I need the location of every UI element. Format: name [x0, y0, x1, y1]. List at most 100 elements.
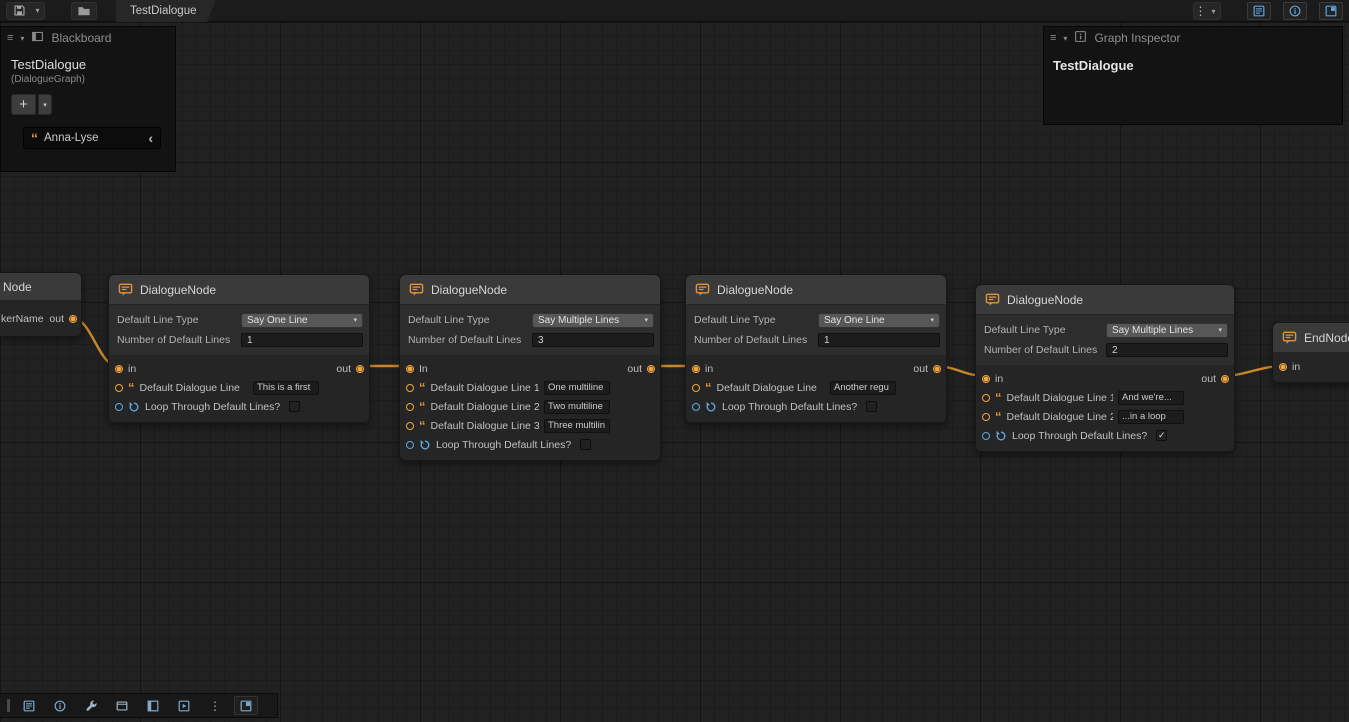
- collapse-caret-icon[interactable]: ▾: [1063, 34, 1067, 43]
- port-loop[interactable]: [692, 403, 700, 411]
- port-in[interactable]: [982, 375, 990, 383]
- field-value: One multiline: [548, 382, 603, 393]
- port-dialogue-line[interactable]: [115, 384, 123, 392]
- port-dialogue-line[interactable]: [406, 384, 414, 392]
- dialogue-line-field[interactable]: Another regu: [830, 381, 896, 395]
- loop-checkbox[interactable]: [580, 439, 591, 450]
- inspector-button[interactable]: [48, 696, 72, 715]
- save-button[interactable]: [7, 3, 31, 19]
- graph-inspector-panel[interactable]: ≡ ▾ Graph Inspector TestDialogue: [1043, 26, 1343, 125]
- port-dialogue-line[interactable]: [406, 403, 414, 411]
- more-icon: ⋮: [209, 699, 221, 713]
- dialogue-line-field[interactable]: One multiline: [544, 381, 610, 395]
- loop-checkbox[interactable]: [289, 401, 300, 412]
- end-node[interactable]: EndNode in: [1272, 322, 1349, 383]
- folder-button[interactable]: [72, 3, 96, 19]
- line-type-dropdown[interactable]: Say Multiple Lines ▾: [532, 313, 654, 328]
- dialogue-line-field[interactable]: Three multilin: [544, 419, 610, 433]
- add-property-button[interactable]: +: [11, 94, 36, 115]
- port-dialogue-line[interactable]: [982, 394, 990, 402]
- blackboard-icon: [146, 699, 160, 713]
- port-label: in: [1292, 361, 1300, 373]
- port-loop[interactable]: [982, 432, 990, 440]
- dialogue-line-field[interactable]: Two multiline: [544, 400, 610, 414]
- dialogue-line-field[interactable]: ...in a loop: [1118, 410, 1184, 424]
- list-button[interactable]: [17, 696, 41, 715]
- loop-checkbox[interactable]: [866, 401, 877, 412]
- port-out[interactable]: [933, 365, 941, 373]
- port-label: Default Dialogue Line 1: [1007, 392, 1114, 404]
- port-dialogue-line[interactable]: [692, 384, 700, 392]
- hamburger-icon[interactable]: ≡: [1050, 33, 1056, 44]
- dropdown-value: Say Multiple Lines: [538, 315, 619, 326]
- port-in[interactable]: [1279, 363, 1287, 371]
- dialogue-node[interactable]: DialogueNode Default Line Type Say Multi…: [975, 284, 1235, 452]
- node-ports: In “ Default Dialogue Line 1 One multili…: [400, 355, 660, 460]
- tab-testdialogue[interactable]: TestDialogue: [116, 0, 216, 22]
- port-dialogue-line[interactable]: [982, 413, 990, 421]
- line-count-field[interactable]: 1: [241, 333, 363, 347]
- line-type-dropdown[interactable]: Say One Line ▾: [818, 313, 940, 328]
- port-out[interactable]: [356, 365, 364, 373]
- line-count-field[interactable]: 1: [818, 333, 940, 347]
- port-out[interactable]: [647, 365, 655, 373]
- dialogue-node[interactable]: DialogueNode Default Line Type Say One L…: [108, 274, 370, 423]
- popout-button[interactable]: [234, 696, 258, 715]
- speaker-node[interactable]: Node kerName out: [0, 272, 82, 337]
- dropdown-value: Say One Line: [824, 315, 885, 326]
- port-out[interactable]: [1221, 375, 1229, 383]
- drag-handle-icon[interactable]: [7, 699, 10, 712]
- add-property-dropdown[interactable]: ▾: [38, 94, 52, 115]
- dialogue-line-field[interactable]: And we're...: [1118, 391, 1184, 405]
- port-loop[interactable]: [406, 441, 414, 449]
- port-label: in: [995, 373, 1003, 385]
- blackboard-panel[interactable]: ≡ ▾ Blackboard TestDialogue (DialogueGra…: [0, 26, 176, 172]
- line-type-dropdown[interactable]: Say Multiple Lines ▾: [1106, 323, 1228, 338]
- line-type-dropdown[interactable]: Say One Line ▾: [241, 313, 363, 328]
- field-value: Two multiline: [548, 401, 603, 412]
- blackboard-toggle-button[interactable]: [1247, 2, 1271, 20]
- node-title-bar: Node: [0, 273, 81, 301]
- collapse-caret-icon[interactable]: ▾: [20, 34, 24, 43]
- line-count-field[interactable]: 2: [1106, 343, 1228, 357]
- port-dialogue-line[interactable]: [406, 422, 414, 430]
- port-label: kerName: [1, 313, 44, 325]
- port-in[interactable]: [115, 365, 123, 373]
- blackboard-button[interactable]: [141, 696, 165, 715]
- more-button[interactable]: ⋮: [203, 696, 227, 715]
- port-in[interactable]: [406, 365, 414, 373]
- port-loop[interactable]: [115, 403, 123, 411]
- console-icon: [177, 699, 191, 713]
- quote-icon: “: [419, 421, 426, 430]
- port-label: Default Dialogue Line 3: [431, 420, 540, 432]
- dialogue-line-field[interactable]: This is a first: [253, 381, 319, 395]
- node-title-bar: EndNode: [1273, 323, 1349, 353]
- dialogue-node[interactable]: DialogueNode Default Line Type Say One L…: [685, 274, 947, 423]
- hamburger-icon[interactable]: ≡: [7, 33, 13, 44]
- tools-button[interactable]: [79, 696, 103, 715]
- more-menu-dropdown[interactable]: ▾: [1207, 3, 1220, 19]
- console-button[interactable]: [172, 696, 196, 715]
- dialogue-node[interactable]: DialogueNode Default Line Type Say Multi…: [399, 274, 661, 461]
- save-dropdown-button[interactable]: ▾: [31, 3, 44, 19]
- popout-toggle-button[interactable]: [1319, 2, 1343, 20]
- graph-canvas[interactable]: Node kerName out DialogueNode: [0, 22, 1349, 722]
- line-count-field[interactable]: 3: [532, 333, 654, 347]
- node-properties: Default Line Type Say One Line ▾ Number …: [686, 305, 946, 355]
- more-menu-button[interactable]: ⋮: [1194, 3, 1207, 19]
- inspector-toggle-icon: [1288, 4, 1302, 18]
- chevron-left-icon[interactable]: ‹: [148, 131, 153, 145]
- loop-checkbox[interactable]: ✓: [1156, 430, 1167, 441]
- minimap-button[interactable]: [110, 696, 134, 715]
- top-toolbar: ▾ TestDialogue ⋮ ▾: [0, 0, 1349, 22]
- port-label: Loop Through Default Lines?: [145, 401, 280, 413]
- toolbar-right-group: ⋮ ▾: [1193, 2, 1343, 20]
- blackboard-property[interactable]: “ Anna-Lyse ‹: [23, 127, 161, 149]
- port-in[interactable]: [692, 365, 700, 373]
- blackboard-toggle-icon: [1252, 4, 1266, 18]
- window-icon: [115, 699, 129, 713]
- prop-label: Number of Default Lines: [117, 334, 241, 346]
- port-out[interactable]: [69, 315, 77, 323]
- inspector-toggle-button[interactable]: [1283, 2, 1307, 20]
- field-value: 2: [1112, 345, 1118, 356]
